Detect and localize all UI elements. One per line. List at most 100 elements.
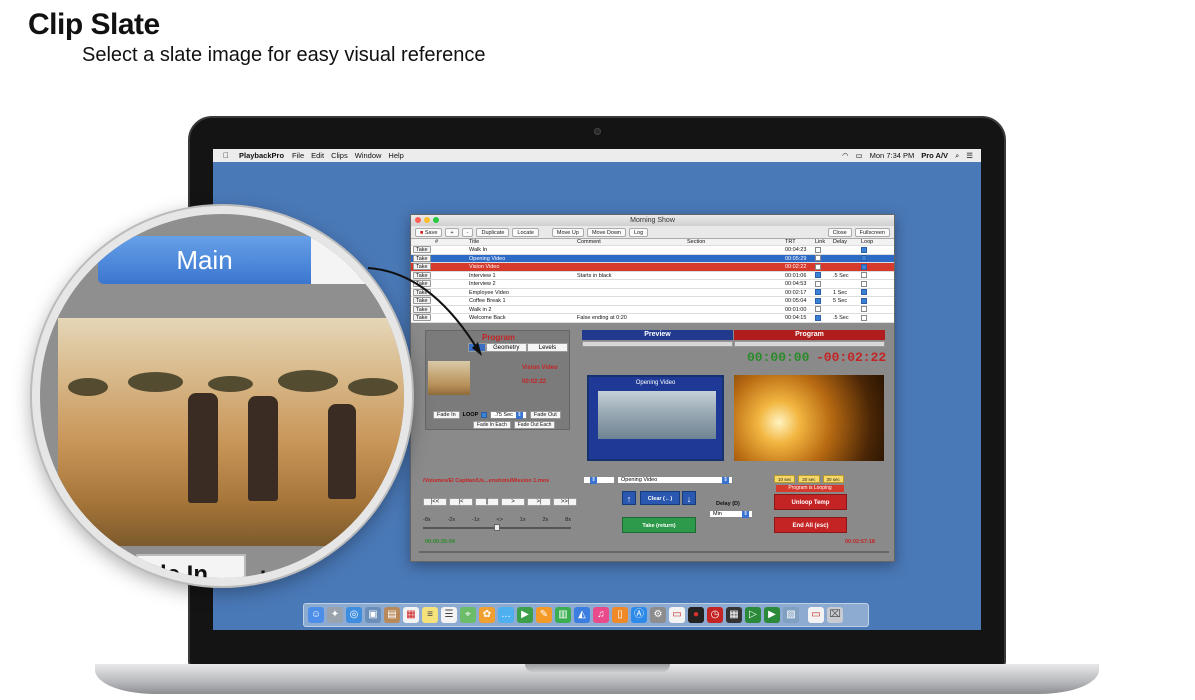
contacts-icon[interactable]: ▤ <box>384 607 400 623</box>
ibooks-icon[interactable]: ▯ <box>612 607 628 623</box>
row-comment[interactable] <box>577 280 687 288</box>
menu-window[interactable]: Window <box>355 151 382 160</box>
add-clip-button[interactable]: + <box>445 227 459 237</box>
finder-icon[interactable]: ☺ <box>308 607 324 623</box>
quick-time-30-button[interactable]: 30 sec <box>822 475 844 483</box>
link-checkbox[interactable] <box>815 314 821 321</box>
play-button[interactable]: > <box>501 498 525 506</box>
fade-in-button[interactable]: Fade In <box>433 411 460 419</box>
slate-thumbnail[interactable] <box>428 361 470 395</box>
cue-down-button[interactable]: ↓ <box>682 491 696 505</box>
row-title[interactable]: Walk In <box>469 246 577 254</box>
take-row-button[interactable]: Take <box>413 246 431 253</box>
row-title[interactable]: Welcome Back <box>469 314 577 322</box>
facetime-icon[interactable]: ▶ <box>517 607 533 623</box>
row-delay[interactable] <box>833 280 861 288</box>
row-title[interactable]: Employee Video <box>469 289 577 297</box>
remove-clip-button[interactable]: - <box>461 227 474 237</box>
row-comment[interactable] <box>577 263 687 271</box>
close-button[interactable]: Close <box>827 227 852 237</box>
tab-main-strip[interactable] <box>468 343 486 352</box>
maps-icon[interactable]: ⌖ <box>460 607 476 623</box>
take-row-button[interactable]: Take <box>413 271 431 279</box>
col-title[interactable]: Title <box>469 239 577 245</box>
loop-checkbox[interactable] <box>861 263 867 270</box>
row-delay[interactable] <box>833 263 861 271</box>
row-comment[interactable]: False ending at 0:20 <box>577 314 687 322</box>
take-row-button[interactable]: Take <box>413 288 431 296</box>
row-comment[interactable] <box>577 306 687 314</box>
pages-icon[interactable]: ✎ <box>536 607 552 623</box>
app-store-icon[interactable]: Ⓐ <box>631 607 647 623</box>
row-title[interactable]: Opening Video <box>469 255 577 263</box>
col-section[interactable]: Section <box>687 239 785 245</box>
notes-icon[interactable]: ≡ <box>422 607 438 623</box>
take-row-button[interactable]: Take <box>413 314 431 321</box>
col-link[interactable]: Link <box>815 239 833 245</box>
table-row[interactable]: Take Vision Video 00:02:22 <box>411 263 894 272</box>
table-row[interactable]: Take Interview 2 00:04:53 <box>411 280 894 289</box>
window-app-icon[interactable]: ▭ <box>808 607 824 623</box>
link-checkbox[interactable] <box>815 289 821 296</box>
numbers-icon[interactable]: ▥ <box>555 607 571 623</box>
log-button[interactable]: Log <box>628 227 649 237</box>
take-row-button[interactable]: Take <box>413 280 431 287</box>
loop-checkbox[interactable] <box>861 306 867 313</box>
col-delay[interactable]: Delay <box>833 239 861 245</box>
col-comment[interactable]: Comment <box>577 239 687 245</box>
loop-checkbox[interactable] <box>861 297 867 304</box>
playbackpro-icon[interactable]: ▭ <box>669 607 685 623</box>
photos-icon[interactable]: ✿ <box>479 607 495 623</box>
duplicate-button[interactable]: Duplicate <box>476 227 510 237</box>
next-frame-button[interactable]: >| <box>527 498 551 506</box>
table-row[interactable]: Take Walk In 00:04:23 <box>411 246 894 255</box>
end-all-button[interactable]: End All (esc) <box>774 517 847 533</box>
reminders-icon[interactable]: ☰ <box>441 607 457 623</box>
row-title[interactable]: Walk in 2 <box>469 306 577 314</box>
preview-monitor[interactable]: Opening Video <box>587 375 724 461</box>
system-preferences-icon[interactable]: ⚙ <box>650 607 666 623</box>
table-row[interactable]: Take Coffee Break 1 00:05:04 5 Sec <box>411 297 894 306</box>
fullscreen-button[interactable]: Fullscreen <box>854 227 890 237</box>
loop-checkbox[interactable] <box>861 289 867 296</box>
fade-out-each-button[interactable]: Fade Out Each <box>513 421 556 429</box>
row-title[interactable]: Interview 1 <box>469 272 577 280</box>
clock-app-icon[interactable]: ◷ <box>707 607 723 623</box>
tab-levels[interactable]: Levels <box>526 343 569 352</box>
link-checkbox[interactable] <box>815 255 821 262</box>
row-delay[interactable] <box>833 246 861 254</box>
table-row[interactable]: Take Walk in 2 00:01:00 <box>411 305 894 314</box>
jump-end-button[interactable]: >>| <box>553 498 577 506</box>
link-checkbox[interactable] <box>815 246 821 253</box>
clear-button[interactable]: Clear (←) <box>640 491 680 505</box>
program-monitor[interactable] <box>734 375 884 461</box>
next-clip-select[interactable]: Opening Video ⇕ <box>617 476 733 484</box>
row-section[interactable] <box>687 314 785 322</box>
loop-checkbox[interactable] <box>861 280 867 287</box>
take-button[interactable]: Take (return) <box>622 517 696 533</box>
row-delay[interactable]: .5 Sec <box>833 314 861 322</box>
fade-time-select[interactable]: .75 Sec ⇕ <box>490 411 527 419</box>
row-delay[interactable] <box>833 255 861 263</box>
itunes-icon[interactable]: ♫ <box>593 607 609 623</box>
calendar-icon[interactable]: ▦ <box>403 607 419 623</box>
quick-time-20-button[interactable]: 20 sec <box>798 475 820 483</box>
take-row-button[interactable]: Take <box>413 305 431 313</box>
play-app-icon[interactable]: ▶ <box>764 607 780 623</box>
apple-icon[interactable]:  <box>223 151 229 160</box>
locate-button[interactable]: Locate <box>512 227 539 237</box>
row-title[interactable]: Coffee Break 1 <box>469 297 577 305</box>
tab-geometry[interactable]: Geometry <box>485 343 527 352</box>
wifi-icon[interactable]: ◠ <box>842 151 849 160</box>
row-delay[interactable]: .5 Sec <box>833 272 861 280</box>
fade-in-each-button[interactable]: Fade In Each <box>473 421 511 429</box>
take-row-button[interactable]: Take <box>413 263 431 270</box>
minimize-window-icon[interactable] <box>424 217 430 223</box>
delay-unit-select[interactable]: Min ⇕ <box>709 510 753 518</box>
row-section[interactable] <box>687 272 785 280</box>
unloop-temp-button[interactable]: Unloop Temp <box>774 494 847 510</box>
col-num[interactable]: # <box>435 239 469 245</box>
move-down-button[interactable]: Move Down <box>586 227 626 237</box>
link-checkbox[interactable] <box>815 306 821 313</box>
row-section[interactable] <box>687 280 785 288</box>
